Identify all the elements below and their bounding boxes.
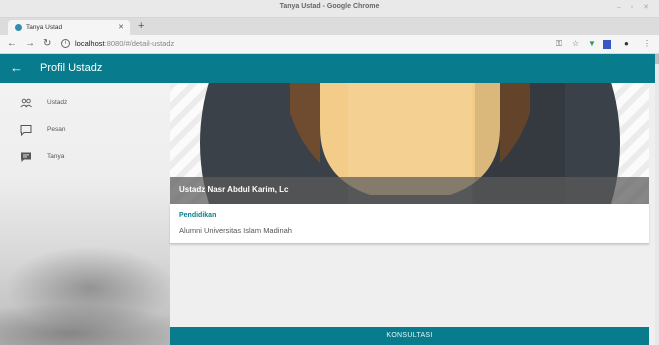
ustadz-name: Ustadz Nasr Abdul Karim, Lc	[179, 185, 289, 194]
app-toolbar: ← Profil Ustadz	[0, 54, 655, 83]
profile-photo: Ustadz Nasr Abdul Karim, Lc	[170, 83, 649, 204]
new-tab-button[interactable]: +	[138, 20, 144, 32]
people-icon	[20, 98, 32, 108]
extension-icon[interactable]	[603, 40, 611, 49]
back-icon[interactable]: ←	[7, 38, 17, 50]
tab-close-icon[interactable]: ✕	[118, 23, 124, 31]
chat-bubble-icon	[20, 125, 32, 136]
window-title: Tanya Ustad - Google Chrome	[279, 3, 380, 10]
url-host: localhost	[75, 39, 105, 48]
back-arrow-icon[interactable]: ←	[10, 60, 23, 76]
menu-label-tanya: Tanya	[47, 153, 65, 160]
menu-item-ustadz[interactable]: Ustadz	[0, 90, 170, 116]
education-card: Pendidikan Alumni Universitas Islam Madi…	[170, 204, 649, 244]
key-icon[interactable]: ⚿	[556, 39, 562, 49]
menu-label-pesan: Pesan	[47, 126, 66, 133]
menu-item-pesan[interactable]: Pesan	[0, 117, 170, 143]
url-path: :8080/#/detail-ustadz	[104, 39, 175, 48]
konsultasi-button[interactable]: KONSULTASI	[170, 327, 649, 345]
favicon-icon	[15, 24, 22, 31]
menu-label-ustadz: Ustadz	[47, 99, 68, 106]
browser-tab[interactable]: Tanya Ustad ✕	[8, 20, 130, 35]
tab-title: Tanya Ustad	[26, 24, 63, 31]
name-overlay: Ustadz Nasr Abdul Karim, Lc	[170, 177, 649, 204]
window-controls[interactable]: – ▫ ✕	[617, 3, 653, 11]
reload-icon[interactable]: ↻	[43, 38, 51, 50]
education-label: Pendidikan	[179, 212, 217, 219]
vue-devtools-icon[interactable]: ▼	[588, 39, 596, 49]
profile-icon[interactable]: ●	[624, 39, 629, 49]
menu-item-tanya[interactable]: Tanya	[0, 144, 170, 170]
scrollbar-track[interactable]	[655, 54, 659, 345]
forward-icon[interactable]: →	[25, 38, 35, 50]
menu-kebab-icon[interactable]: ⋮	[643, 39, 651, 49]
message-icon	[21, 152, 31, 162]
profile-content: Ustadz Nasr Abdul Karim, Lc Pendidikan A…	[170, 83, 655, 345]
side-menu: Ustadz Pesan Tanya	[0, 83, 170, 345]
education-value: Alumni Universitas Islam Madinah	[179, 226, 292, 235]
site-info-icon[interactable]: i	[61, 39, 70, 48]
page-title: Profil Ustadz	[40, 62, 103, 74]
address-bar[interactable]: localhost:8080/#/detail-ustadz	[75, 39, 174, 48]
tab-strip: Tanya Ustad ✕	[0, 18, 659, 35]
bookmark-star-icon[interactable]: ☆	[572, 39, 579, 49]
browser-nav-bar: ← → ↻ i localhost:8080/#/detail-ustadz ⚿…	[0, 35, 659, 54]
window-title-bar: Tanya Ustad - Google Chrome – ▫ ✕	[0, 0, 659, 18]
scrollbar-thumb[interactable]	[655, 54, 659, 64]
